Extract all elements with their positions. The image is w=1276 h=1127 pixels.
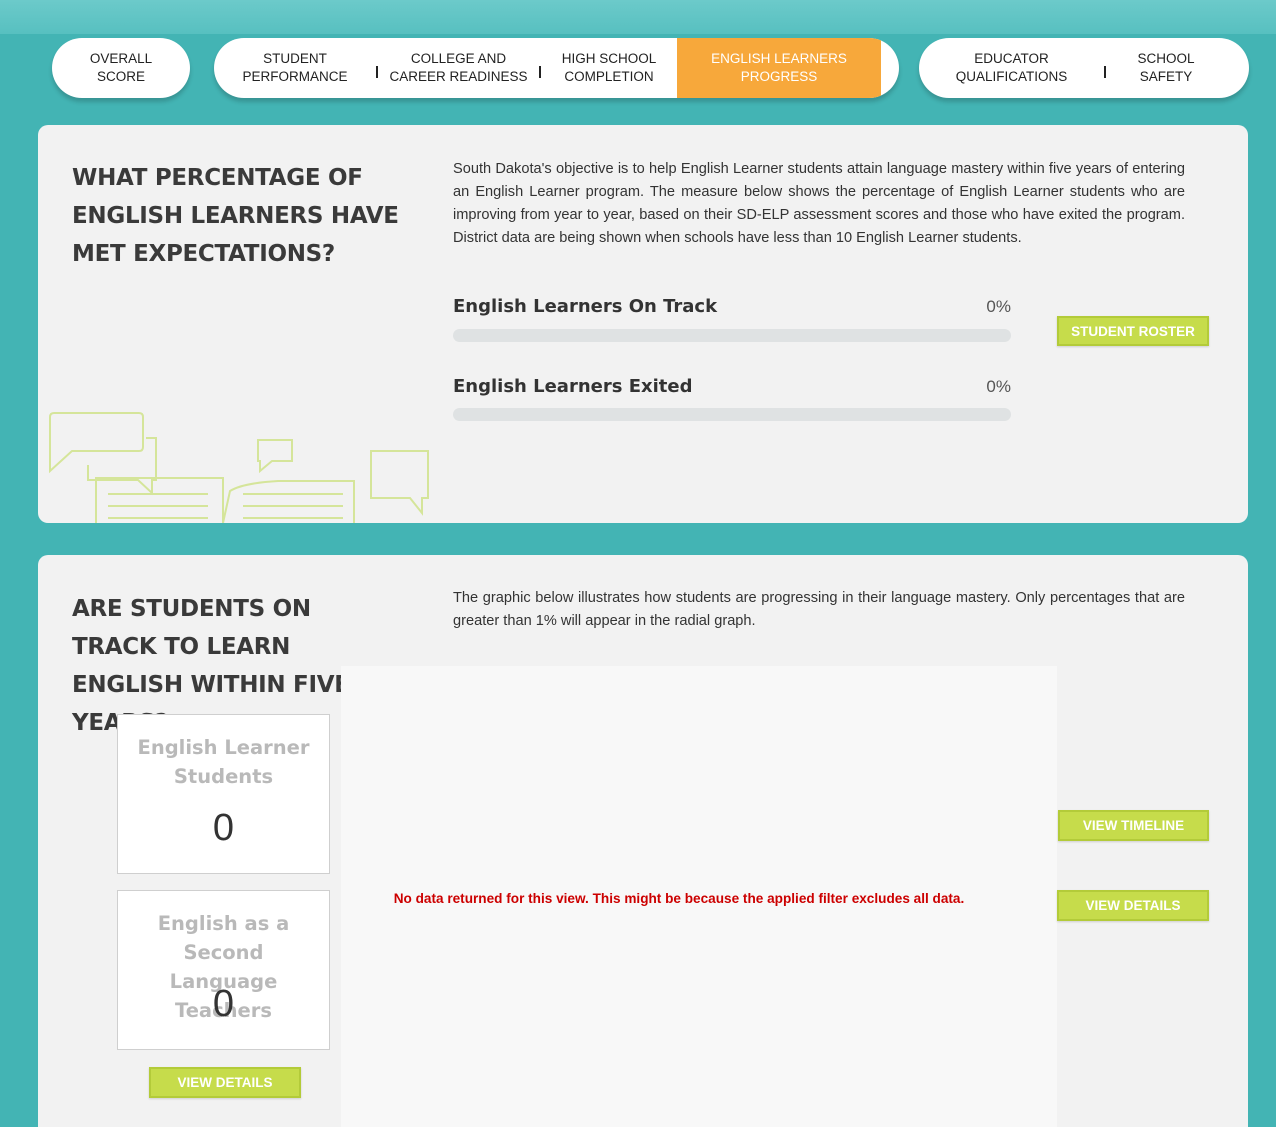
exited-label: English Learners Exited — [453, 376, 693, 397]
met-expectations-panel: WHAT PERCENTAGE OF ENGLISH LEARNERS HAVE… — [38, 125, 1248, 523]
on-track-progress-bar — [453, 329, 1011, 342]
tab-school-safety[interactable]: SCHOOL SAFETY — [1106, 38, 1226, 98]
view-details-button[interactable]: VIEW DETAILS — [1057, 890, 1209, 921]
met-expectations-heading: WHAT PERCENTAGE OF ENGLISH LEARNERS HAVE… — [72, 165, 399, 267]
esl-teachers-value: 0 — [212, 983, 235, 1025]
exited-progress-bar — [453, 408, 1011, 421]
on-track-label: English Learners On Track — [453, 296, 718, 317]
tab-group-school: EDUCATOR QUALIFICATIONS SCHOOL SAFETY — [919, 38, 1249, 98]
on-track-description: The graphic below illustrates how studen… — [453, 590, 1185, 629]
tab-student-performance[interactable]: STUDENT PERFORMANCE — [214, 38, 376, 98]
view-timeline-button[interactable]: VIEW TIMELINE — [1058, 810, 1209, 841]
exited-value: 0% — [986, 377, 1011, 396]
radial-graph-area: No data returned for this view. This mig… — [341, 666, 1057, 1127]
tab-group-overall: OVERALL SCORE — [52, 38, 190, 98]
on-track-value: 0% — [986, 297, 1011, 316]
met-expectations-description: South Dakota's objective is to help Engl… — [453, 161, 1185, 246]
tab-educator-qualifications[interactable]: EDUCATOR QUALIFICATIONS — [919, 38, 1104, 98]
english-learner-students-value: 0 — [212, 807, 235, 849]
tab-college-career-readiness[interactable]: COLLEGE AND CAREER READINESS — [378, 38, 539, 98]
open-book-speech-bubbles-icon — [49, 412, 429, 523]
student-roster-button[interactable]: STUDENT ROSTER — [1057, 316, 1209, 346]
english-learner-students-card: English Learner Students 0 — [117, 714, 330, 874]
tab-high-school-completion[interactable]: HIGH SCHOOL COMPLETION — [541, 38, 677, 98]
on-track-five-years-panel: ARE STUDENTS ON TRACK TO LEARN ENGLISH W… — [38, 555, 1248, 1127]
esl-teachers-card: English as a Second Language Teachers 0 — [117, 890, 330, 1050]
top-strip — [0, 0, 1276, 34]
tab-group-indicators: STUDENT PERFORMANCE COLLEGE AND CAREER R… — [214, 38, 899, 98]
tab-overall-score[interactable]: OVERALL SCORE — [52, 38, 190, 98]
cards-view-details-button[interactable]: VIEW DETAILS — [149, 1067, 301, 1098]
tab-english-learners-progress[interactable]: ENGLISH LEARNERS PROGRESS — [677, 38, 881, 98]
english-learner-students-title: English Learner Students — [137, 736, 310, 788]
no-data-message: No data returned for this view. This mig… — [393, 891, 965, 906]
